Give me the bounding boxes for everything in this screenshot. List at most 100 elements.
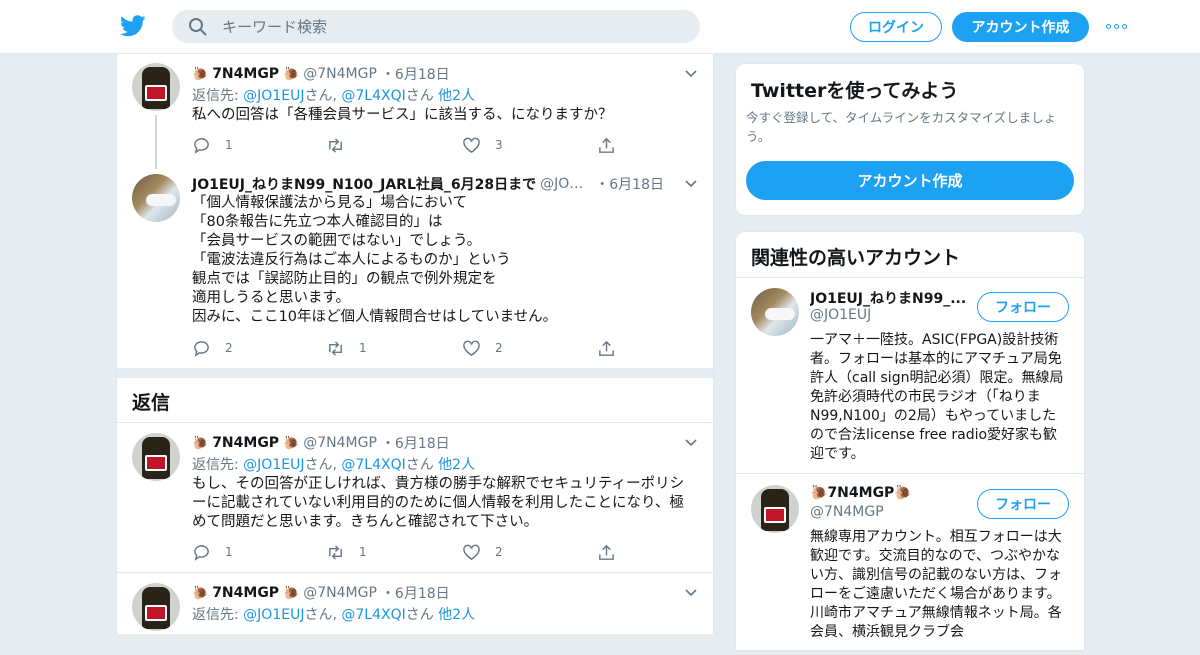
chevron-down-icon[interactable]: [683, 176, 699, 192]
chevron-down-icon[interactable]: [683, 66, 699, 82]
follow-button[interactable]: フォロー: [977, 489, 1069, 519]
reply-user-link[interactable]: @7L4XQI: [341, 88, 405, 104]
heart-icon: [463, 544, 480, 560]
tweet-text: 「個人情報保護法から見る」場合において 「80条報告に先立つ本人確認目的」は 「…: [192, 195, 558, 325]
reply-icon: [194, 137, 209, 154]
more-options-icon[interactable]: [1106, 18, 1130, 34]
search-input[interactable]: [222, 10, 682, 43]
reply-icon: [194, 544, 209, 561]
signup-card: Twitterを使ってみよう 今すぐ登録して、タイムラインをカスタマイズしましょ…: [735, 63, 1085, 216]
tweet-header: JO1EUJ_ねりまN99_N100_JARL社員_6月28日まで @JO… ・…: [192, 174, 664, 194]
tweet-header: 🐌 7N4MGP 🐌 @7N4MGP ・6月18日: [192, 64, 450, 84]
tweet-date[interactable]: ・6月18日: [381, 64, 450, 84]
retweet-icon: [329, 544, 342, 560]
chevron-down-icon[interactable]: [683, 435, 699, 451]
login-button[interactable]: ログイン: [850, 12, 942, 42]
display-name[interactable]: 7N4MGP: [212, 435, 279, 451]
tweet-text: もし、その回答が正しければ、貴方様の勝手な解釈でセキュリティーポリシーに記載され…: [192, 476, 685, 530]
tweet-item[interactable]: JO1EUJ_ねりまN99_N100_JARL社員_6月28日まで @JO… ・…: [117, 164, 713, 368]
retweet-button[interactable]: [326, 135, 359, 155]
reply-user-link[interactable]: @JO1EUJ: [243, 607, 304, 623]
screen-name[interactable]: @7N4MGP: [303, 585, 377, 601]
reply-user-link[interactable]: @JO1EUJ: [243, 457, 304, 473]
twitter-logo-icon[interactable]: [120, 14, 146, 38]
heart-icon: [463, 340, 480, 356]
follow-button[interactable]: フォロー: [977, 292, 1069, 322]
screen-name[interactable]: @7N4MGP: [303, 66, 377, 82]
snail-emoji-icon: 🐌: [192, 435, 209, 451]
avatar[interactable]: [751, 288, 799, 336]
tweet-item[interactable]: 🐌 7N4MGP 🐌 @7N4MGP ・6月18日 返信先: @JO1EUJさん…: [117, 54, 713, 169]
chevron-down-icon[interactable]: [683, 585, 699, 601]
reply-button[interactable]: 1: [192, 542, 233, 562]
related-account-item[interactable]: JO1EUJ_ねりまN99_... @JO1EUJ フォロー 一アマ＋一陸技。A…: [736, 278, 1084, 474]
signup-card-button[interactable]: アカウント作成: [746, 161, 1074, 200]
retweet-icon: [329, 340, 342, 356]
display-name[interactable]: JO1EUJ_ねりまN99_N100_JARL社員_6月28日まで: [192, 174, 536, 194]
snail-emoji-icon: 🐌: [283, 435, 300, 451]
tweet-actions: 1 1 2: [192, 542, 622, 562]
tweet-date[interactable]: ・6月18日: [381, 583, 450, 603]
top-bar: ログイン アカウント作成: [0, 0, 1200, 54]
related-accounts-title: 関連性の高いアカウント: [751, 247, 961, 269]
snail-emoji-icon: 🐌: [192, 66, 209, 82]
display-name[interactable]: 7N4MGP: [212, 66, 279, 82]
tweet-item[interactable]: 🐌 7N4MGP 🐌 @7N4MGP ・6月18日 返信先: @JO1EUJさん…: [117, 423, 713, 573]
tweet-text: 私への回答は「各種会員サービス」に該当する、になりますか？: [192, 107, 613, 123]
share-icon: [599, 340, 614, 356]
screen-name[interactable]: @JO…: [540, 176, 583, 192]
snail-emoji-icon: 🐌: [192, 585, 209, 601]
reply-button[interactable]: 1: [192, 135, 233, 155]
avatar[interactable]: [132, 63, 180, 111]
search-icon: [189, 18, 207, 36]
snail-emoji-icon: 🐌: [283, 66, 300, 82]
retweet-button[interactable]: 1: [326, 542, 367, 562]
reply-user-link[interactable]: @7L4XQI: [341, 457, 405, 473]
reply-others-link[interactable]: 他2人: [438, 607, 475, 623]
tweet-actions: 2 1 2: [192, 338, 622, 358]
reply-button[interactable]: 2: [192, 338, 233, 358]
related-accounts-card: 関連性の高いアカウント JO1EUJ_ねりまN99_... @JO1EUJ フォ…: [735, 231, 1085, 651]
reply-context: 返信先: @JO1EUJさん, @7L4XQIさん 他2人: [192, 457, 476, 473]
search-box[interactable]: [172, 10, 700, 43]
like-button[interactable]: 2: [462, 338, 503, 358]
tweet-actions: 1 3: [192, 135, 622, 155]
signup-button[interactable]: アカウント作成: [952, 12, 1089, 42]
share-icon: [599, 544, 614, 560]
account-name[interactable]: JO1EUJ_ねりまN99_...: [810, 288, 970, 308]
retweet-button[interactable]: 1: [326, 338, 367, 358]
related-account-item[interactable]: 🐌7N4MGP🐌 @7N4MGP フォロー 無線専用アカウント。相互フォローは大…: [736, 475, 1084, 655]
account-handle[interactable]: @JO1EUJ: [810, 307, 871, 323]
reply-user-link[interactable]: @7L4XQI: [341, 607, 405, 623]
share-button[interactable]: [597, 135, 616, 155]
tweet-header: 🐌 7N4MGP 🐌 @7N4MGP ・6月18日: [192, 433, 450, 453]
avatar[interactable]: [132, 583, 180, 631]
account-name[interactable]: 🐌7N4MGP🐌: [810, 485, 970, 501]
screen-name[interactable]: @7N4MGP: [303, 435, 377, 451]
retweet-icon: [329, 137, 342, 153]
share-button[interactable]: [597, 542, 616, 562]
replies-heading: 返信: [132, 392, 171, 414]
account-bio: 一アマ＋一陸技。ASIC(FPGA)設計技術者。フォローは基本的にアマチュア局免…: [810, 332, 1064, 462]
avatar[interactable]: [132, 433, 180, 481]
like-button[interactable]: 2: [462, 542, 503, 562]
tweet-date[interactable]: ・6月18日: [595, 174, 664, 194]
display-name[interactable]: 7N4MGP: [212, 585, 279, 601]
tweet-date[interactable]: ・6月18日: [381, 433, 450, 453]
thread-line: [155, 115, 157, 169]
timeline-column: 🐌 7N4MGP 🐌 @7N4MGP ・6月18日 返信先: @JO1EUJさん…: [116, 54, 714, 634]
account-handle[interactable]: @7N4MGP: [810, 504, 884, 520]
avatar[interactable]: [132, 174, 180, 222]
reply-others-link[interactable]: 他2人: [438, 457, 475, 473]
reply-context: 返信先: @JO1EUJさん, @7L4XQIさん 他2人: [192, 607, 476, 623]
avatar[interactable]: [751, 485, 799, 533]
tweet-item[interactable]: 🐌 7N4MGP 🐌 @7N4MGP ・6月18日 返信先: @JO1EUJさん…: [117, 573, 713, 634]
reply-context: 返信先: @JO1EUJさん, @7L4XQIさん 他2人: [192, 88, 476, 104]
reply-user-link[interactable]: @JO1EUJ: [243, 88, 304, 104]
heart-icon: [463, 137, 480, 153]
like-button[interactable]: 3: [462, 135, 503, 155]
reply-icon: [194, 340, 209, 357]
reply-others-link[interactable]: 他2人: [438, 88, 475, 104]
section-separator: [117, 368, 713, 378]
share-button[interactable]: [597, 338, 616, 358]
